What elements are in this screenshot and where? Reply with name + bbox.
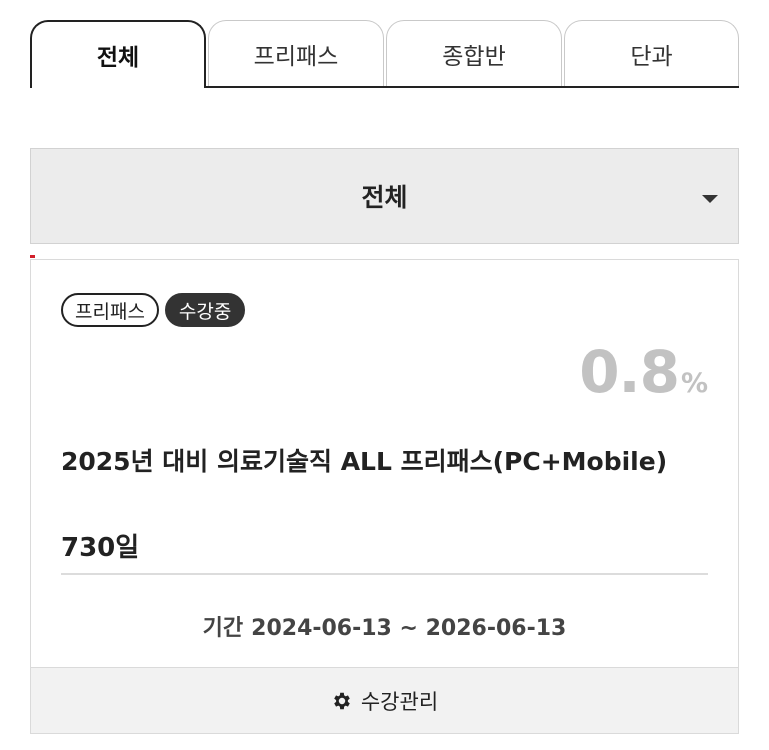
caret-down-icon [702, 195, 718, 203]
period-value: 2024-06-13 ~ 2026-06-13 [251, 616, 567, 641]
progress-value: 0.8 [579, 338, 680, 406]
tab-freepass[interactable]: 프리패스 [208, 20, 384, 86]
dropdown-selected-label: 전체 [361, 183, 408, 212]
period-label: 기간 [202, 616, 244, 641]
manage-label: 수강관리 [360, 689, 439, 714]
badge-freepass: 프리패스 [61, 293, 159, 327]
course-card: 프리패스 수강중 0.8 % 2025년 대비 의료기술직 ALL 프리패스(P… [30, 259, 739, 734]
course-period: 기간 2024-06-13 ~ 2026-06-13 [31, 610, 738, 642]
category-dropdown[interactable]: 전체 [30, 148, 739, 244]
divider [61, 573, 708, 575]
progress-readout: 0.8 % [579, 338, 708, 406]
badge-group: 프리패스 수강중 [61, 293, 246, 327]
tab-bar: 전체 프리패스 종합반 단과 [30, 20, 739, 90]
accent-mark [30, 255, 35, 258]
tab-all[interactable]: 전체 [30, 20, 206, 90]
progress-unit: % [680, 368, 708, 399]
gear-icon [334, 692, 350, 709]
course-duration: 730일 [61, 533, 140, 563]
tab-package[interactable]: 종합반 [386, 20, 562, 86]
tab-single[interactable]: 단과 [564, 20, 739, 86]
manage-course-button[interactable]: 수강관리 [31, 667, 738, 733]
course-title[interactable]: 2025년 대비 의료기술직 ALL 프리패스(PC+Mobile) [61, 442, 667, 478]
badge-status: 수강중 [164, 293, 246, 327]
